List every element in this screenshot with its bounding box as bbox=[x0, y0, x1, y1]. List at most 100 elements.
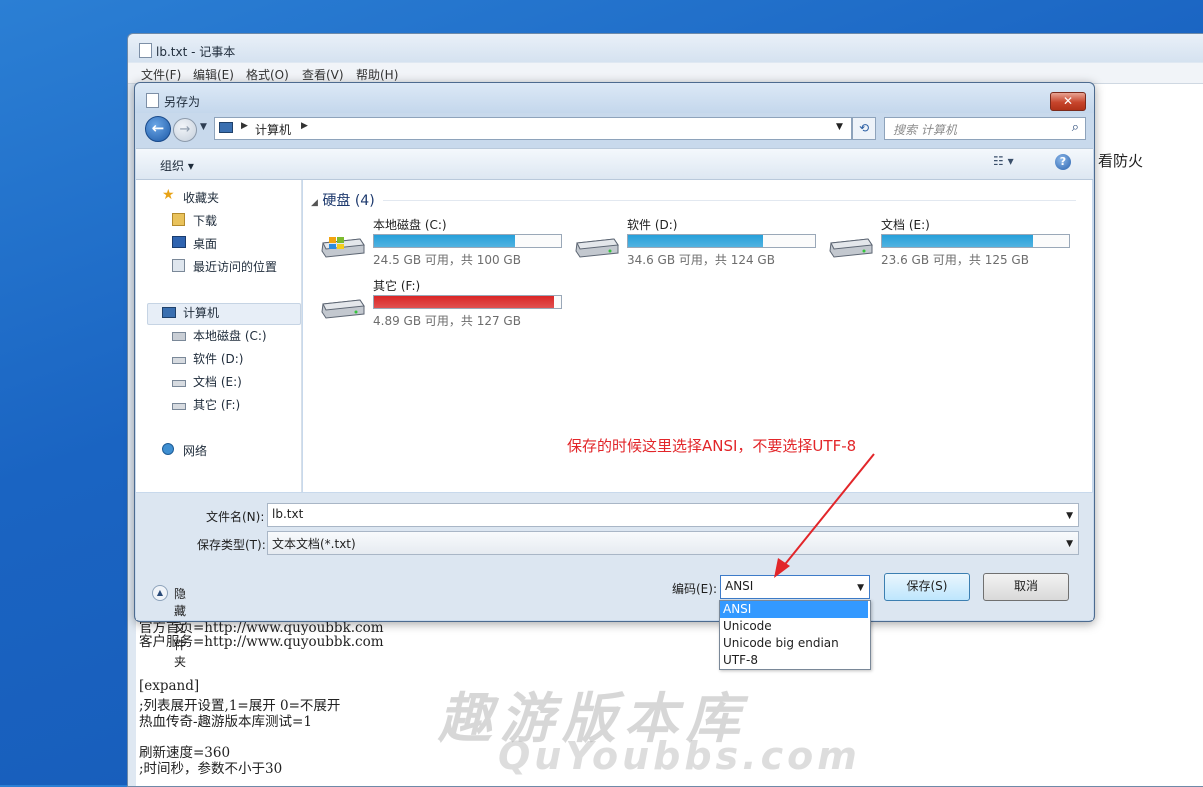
drive-usage-fill bbox=[882, 235, 1034, 247]
nav-recent[interactable]: 最近访问的位置 bbox=[172, 257, 297, 277]
annotation-arrow-icon bbox=[774, 453, 875, 578]
desktop-icon bbox=[172, 236, 186, 248]
cancel-button[interactable]: 取消 bbox=[983, 573, 1069, 601]
text-line: ;时间秒，参数不小于30 bbox=[139, 761, 283, 777]
save-as-dialog: 另存为 ✕ ← → ▼ ▶ 计算机 ▶ ▼ ⟲ 搜索 计算机 ⌕ 组织 ▾ ☷ … bbox=[134, 82, 1095, 669]
drive-usage-bar bbox=[373, 295, 562, 309]
encoding-option-unicode-big-endian[interactable]: Unicode big endian bbox=[720, 635, 868, 652]
drive-name: 其它 (F:) bbox=[373, 279, 421, 293]
encoding-option-unicode[interactable]: Unicode bbox=[720, 618, 868, 635]
breadcrumb-computer[interactable]: 计算机 bbox=[255, 121, 291, 138]
chevron-down-icon[interactable]: ▼ bbox=[1066, 511, 1073, 521]
filename-label: 文件名(N): bbox=[206, 510, 265, 524]
drive-tile-c[interactable]: 本地磁盘 (C:) 24.5 GB 可用，共 100 GB bbox=[320, 216, 570, 272]
drive-tile-d[interactable]: 软件 (D:) 34.6 GB 可用，共 124 GB bbox=[574, 216, 824, 272]
nav-computer[interactable]: 计算机 bbox=[162, 303, 292, 323]
menu-edit[interactable]: 编辑(E) bbox=[193, 66, 234, 83]
text-fragment: 看防火 bbox=[1098, 152, 1144, 170]
nav-network[interactable]: 网络 bbox=[162, 441, 292, 461]
filetype-label: 保存类型(T): bbox=[197, 538, 266, 552]
drive-usage-bar bbox=[881, 234, 1070, 248]
encoding-option-utf8[interactable]: UTF-8 bbox=[720, 652, 868, 669]
drive-space-text: 4.89 GB 可用，共 127 GB bbox=[373, 314, 521, 328]
star-icon: ★ bbox=[162, 187, 175, 203]
notepad-title: lb.txt - 记事本 bbox=[156, 45, 236, 59]
search-input[interactable]: 搜索 计算机 ⌕ bbox=[884, 117, 1086, 140]
navigation-pane: ★ 收藏夹 下载 桌面 最近访问的位置 计算机 本地磁盘 (C:) 软件 (D:… bbox=[136, 180, 302, 492]
nav-label: 网络 bbox=[183, 444, 208, 458]
divider bbox=[383, 200, 1076, 201]
nav-label: 下载 bbox=[193, 214, 218, 228]
navigation-row: ← → ▼ ▶ 计算机 ▶ ▼ ⟲ 搜索 计算机 ⌕ bbox=[135, 113, 1094, 143]
nav-drive-e[interactable]: 文档 (E:) bbox=[172, 372, 297, 392]
chevron-right-icon[interactable]: ▶ bbox=[301, 121, 308, 131]
drive-space-text: 24.5 GB 可用，共 100 GB bbox=[373, 253, 521, 267]
group-title: 硬盘 (4) bbox=[322, 193, 375, 209]
nav-label: 软件 (D:) bbox=[193, 352, 244, 366]
computer-icon bbox=[219, 122, 233, 133]
filetype-value: 文本文档(*.txt) bbox=[272, 537, 356, 551]
text-line: [expand] bbox=[139, 678, 200, 694]
nav-drive-c[interactable]: 本地磁盘 (C:) bbox=[172, 326, 297, 346]
system-drive-icon bbox=[172, 332, 186, 341]
search-icon[interactable]: ⌕ bbox=[1072, 120, 1079, 135]
organize-menu[interactable]: 组织 ▾ bbox=[160, 157, 194, 174]
nav-label: 最近访问的位置 bbox=[193, 260, 278, 274]
help-icon[interactable]: ? bbox=[1055, 154, 1071, 170]
nav-label: 桌面 bbox=[193, 237, 218, 251]
nav-label: 文档 (E:) bbox=[193, 375, 242, 389]
watermark-en: QuYoubbs.com bbox=[498, 734, 861, 778]
refresh-button[interactable]: ⟲ bbox=[852, 117, 876, 140]
menu-help[interactable]: 帮助(H) bbox=[356, 66, 398, 83]
filetype-select[interactable]: 文本文档(*.txt) ▼ bbox=[267, 531, 1079, 555]
nav-drive-d[interactable]: 软件 (D:) bbox=[172, 349, 297, 369]
collapse-triangle-icon: ◢ bbox=[311, 198, 318, 208]
encoding-option-ansi[interactable]: ANSI bbox=[720, 601, 868, 618]
drive-usage-bar bbox=[373, 234, 562, 248]
filename-value: lb.txt bbox=[272, 507, 304, 521]
view-options-icon[interactable]: ☷ ▾ bbox=[993, 154, 1029, 172]
menu-file[interactable]: 文件(F) bbox=[141, 66, 181, 83]
nav-label: 本地磁盘 (C:) bbox=[193, 329, 267, 343]
address-bar[interactable]: ▶ 计算机 ▶ bbox=[214, 117, 852, 140]
recent-places-icon bbox=[172, 259, 185, 272]
hard-disks-group-header[interactable]: ◢ 硬盘 (4) bbox=[311, 190, 375, 210]
hide-folders-label: 隐藏文件夹 bbox=[174, 587, 187, 669]
chevron-down-icon[interactable]: ▼ bbox=[1066, 539, 1073, 549]
drive-usage-fill bbox=[374, 296, 554, 308]
drive-space-text: 34.6 GB 可用，共 124 GB bbox=[627, 253, 775, 267]
nav-downloads[interactable]: 下载 bbox=[172, 211, 292, 231]
drive-tile-f[interactable]: 其它 (F:) 4.89 GB 可用，共 127 GB bbox=[320, 277, 570, 333]
nav-drive-f[interactable]: 其它 (F:) bbox=[172, 395, 297, 415]
drive-icon bbox=[829, 238, 873, 258]
notepad-titlebar: lb.txt - 记事本 bbox=[128, 34, 1203, 62]
nav-favorites[interactable]: ★ 收藏夹 bbox=[162, 187, 292, 208]
search-placeholder: 搜索 计算机 bbox=[893, 123, 957, 137]
close-button[interactable]: ✕ bbox=[1050, 92, 1086, 111]
address-dropdown-icon[interactable]: ▼ bbox=[836, 122, 843, 132]
chevron-right-icon[interactable]: ▶ bbox=[241, 121, 248, 131]
chevron-down-icon[interactable]: ▼ bbox=[857, 583, 864, 593]
forward-button[interactable]: → bbox=[173, 118, 197, 142]
document-icon bbox=[146, 93, 159, 108]
history-dropdown-icon[interactable]: ▼ bbox=[200, 122, 207, 132]
dialog-titlebar: 另存为 ✕ bbox=[135, 83, 1094, 113]
watermark: 趣游版本库 QuYoubbs.com bbox=[438, 674, 857, 784]
drive-name: 文档 (E:) bbox=[881, 218, 930, 232]
dialog-title: 另存为 bbox=[164, 95, 201, 109]
command-toolbar: 组织 ▾ ☷ ▾ ? bbox=[136, 148, 1093, 180]
menu-format[interactable]: 格式(O) bbox=[246, 66, 289, 83]
network-icon bbox=[162, 443, 174, 455]
drive-name: 软件 (D:) bbox=[627, 218, 678, 232]
downloads-folder-icon bbox=[172, 213, 185, 226]
drive-tile-e[interactable]: 文档 (E:) 23.6 GB 可用，共 125 GB bbox=[828, 216, 1078, 272]
nav-desktop[interactable]: 桌面 bbox=[172, 234, 292, 254]
filename-input[interactable]: lb.txt ▼ bbox=[267, 503, 1079, 527]
nav-label: 其它 (F:) bbox=[193, 398, 241, 412]
back-button[interactable]: ← bbox=[145, 116, 171, 142]
menu-view[interactable]: 查看(V) bbox=[302, 66, 344, 83]
nav-label: 收藏夹 bbox=[183, 191, 220, 205]
drive-name: 本地磁盘 (C:) bbox=[373, 218, 447, 232]
save-button[interactable]: 保存(S) bbox=[884, 573, 970, 601]
drive-usage-fill bbox=[628, 235, 763, 247]
